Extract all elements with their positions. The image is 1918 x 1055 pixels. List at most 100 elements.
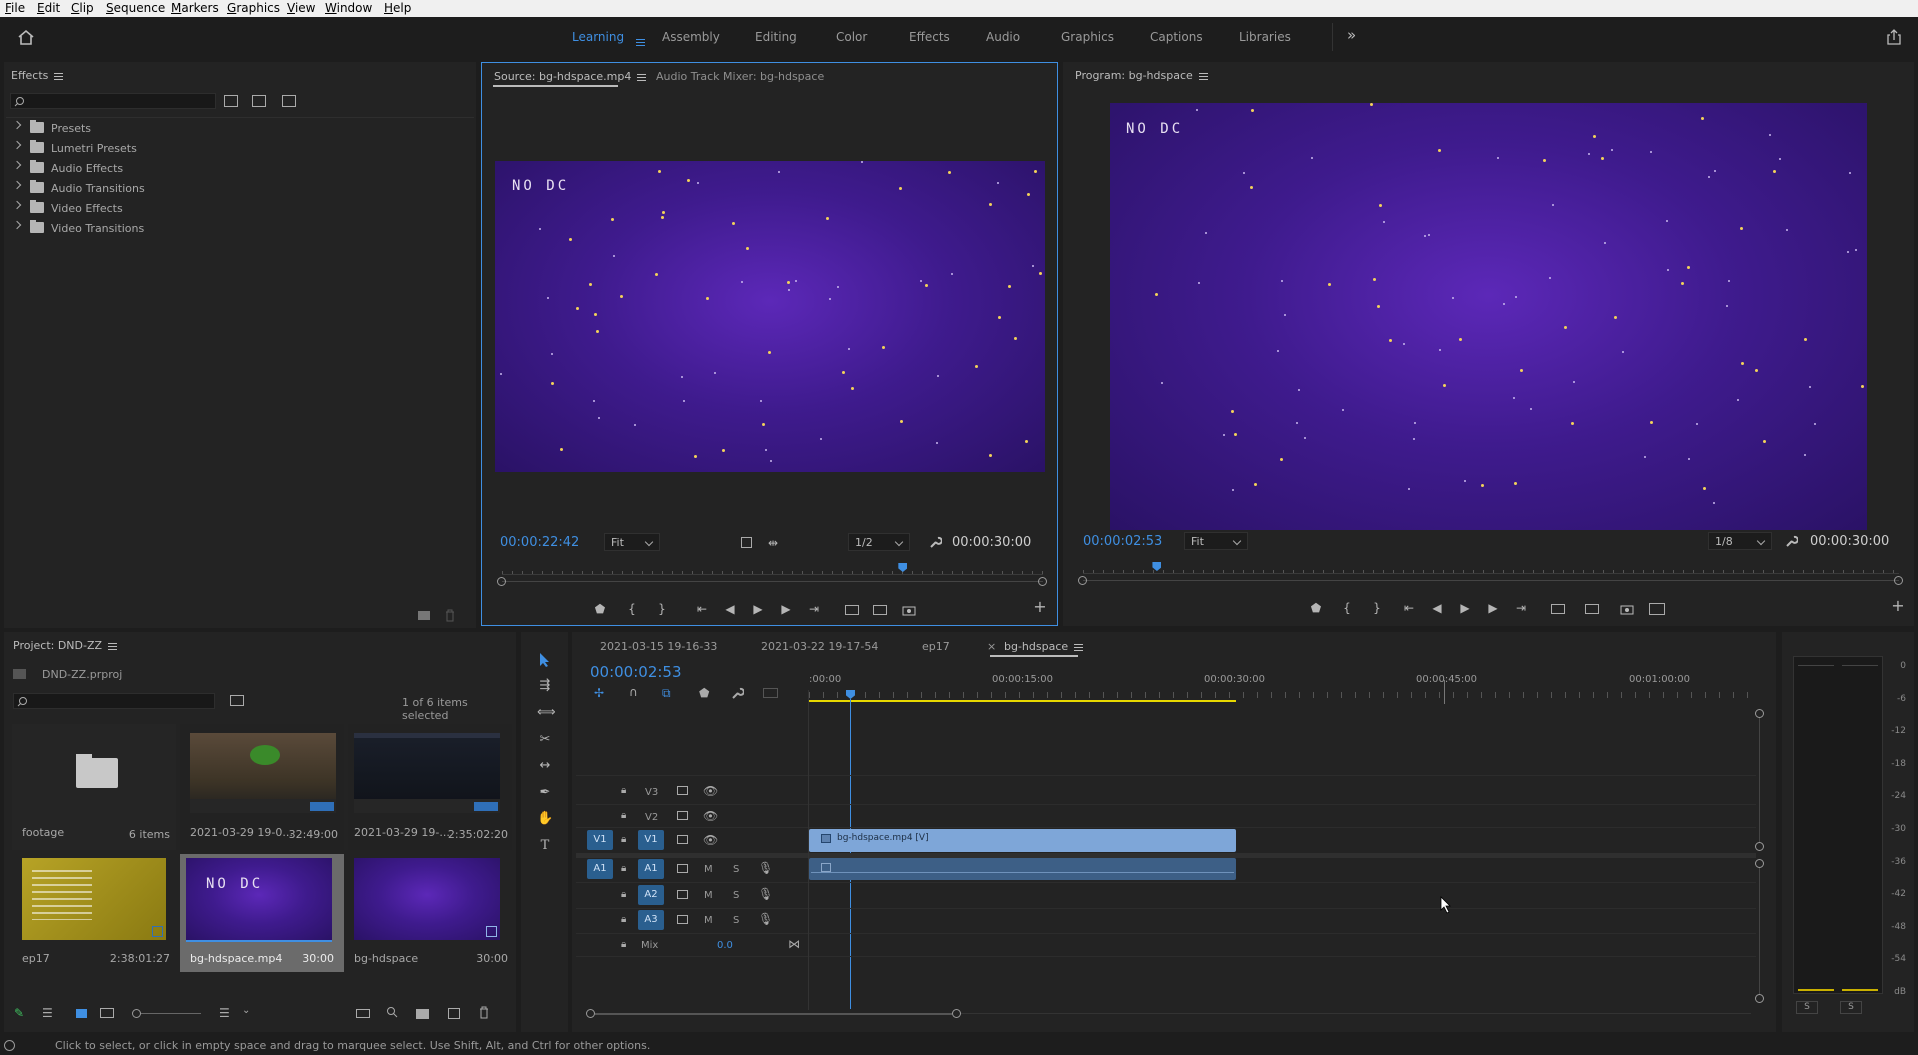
audio-volume-line[interactable] bbox=[811, 872, 1234, 873]
lock-icon[interactable]: 🔒︎ bbox=[621, 889, 626, 901]
trash-icon[interactable] bbox=[444, 609, 456, 622]
add-marker-icon[interactable]: ⬟ bbox=[1308, 602, 1324, 614]
button-editor-icon[interactable]: + bbox=[1890, 598, 1906, 614]
source-current-timecode[interactable]: 00:00:22:42 bbox=[500, 535, 579, 550]
workspace-graphics[interactable]: Graphics bbox=[1061, 30, 1114, 44]
workspace-captions[interactable]: Captions bbox=[1150, 30, 1203, 44]
vscroll-track-audio[interactable] bbox=[1759, 868, 1760, 994]
share-icon[interactable] bbox=[1886, 28, 1902, 46]
ripple-edit-tool-icon[interactable]: ⟺ bbox=[537, 705, 556, 721]
workspace-color[interactable]: Color bbox=[836, 30, 867, 44]
solo-button-a3[interactable]: S bbox=[733, 915, 739, 926]
find-icon[interactable] bbox=[386, 1006, 398, 1019]
home-icon[interactable] bbox=[17, 29, 35, 46]
sync-lock-icon[interactable] bbox=[677, 835, 688, 844]
timeline-tab-2[interactable]: 2021-03-22 19-17-54 bbox=[761, 640, 878, 653]
step-forward-icon[interactable]: ▶ bbox=[1485, 602, 1501, 614]
source-zoom-bar[interactable] bbox=[502, 581, 1043, 582]
audio-track-mixer-tab[interactable]: Audio Track Mixer: bg-hdspace bbox=[656, 70, 824, 83]
play-icon[interactable]: ▶ bbox=[1457, 602, 1473, 614]
add-marker-icon[interactable]: ⬟ bbox=[699, 687, 709, 699]
freeform-view-icon[interactable] bbox=[100, 1008, 114, 1018]
workspace-overflow-icon[interactable]: » bbox=[1347, 26, 1356, 44]
project-panel-title[interactable]: Project: DND-ZZ bbox=[13, 639, 118, 652]
mark-in-icon[interactable]: { bbox=[1339, 602, 1355, 614]
workspace-effects[interactable]: Effects bbox=[909, 30, 950, 44]
add-marker-icon[interactable]: ⬟ bbox=[592, 603, 608, 615]
step-back-icon[interactable]: ◀ bbox=[1429, 602, 1445, 614]
source-time-ruler[interactable] bbox=[502, 563, 1043, 575]
hscroll-track[interactable] bbox=[961, 1013, 1751, 1014]
razor-tool-icon[interactable]: ✂ bbox=[537, 732, 553, 748]
audio-clip[interactable] bbox=[809, 858, 1236, 880]
go-to-in-icon[interactable]: ⇤ bbox=[694, 603, 710, 615]
timeline-tab-1[interactable]: 2021-03-15 19-16-33 bbox=[600, 640, 717, 653]
mark-in-icon[interactable]: { bbox=[624, 603, 640, 615]
effects-panel-title[interactable]: Effects bbox=[11, 69, 64, 82]
eye-icon[interactable]: 👁︎ bbox=[703, 834, 718, 846]
vscroll-top-handle[interactable] bbox=[1755, 859, 1764, 868]
menu-markers[interactable]: Markers bbox=[171, 1, 219, 15]
sync-lock-icon[interactable] bbox=[677, 786, 688, 795]
microphone-icon[interactable]: 🎙︎ bbox=[758, 913, 773, 925]
workspace-audio[interactable]: Audio bbox=[986, 30, 1020, 44]
drag-video-icon[interactable]: ⇹ bbox=[765, 537, 781, 549]
menu-edit[interactable]: Edit bbox=[37, 1, 60, 15]
panel-menu-icon[interactable] bbox=[1074, 643, 1084, 651]
workspace-editing[interactable]: Editing bbox=[755, 30, 797, 44]
timeline-ruler[interactable]: :00:00 00:00:15:00 00:00:30:00 00:00:45:00 0… bbox=[809, 674, 1755, 700]
source-zoom-dropdown[interactable]: Fit bbox=[604, 533, 660, 551]
go-to-out-icon[interactable]: ⇥ bbox=[1513, 602, 1529, 614]
project-item-bg-hdspace-mp4[interactable]: NO DC bg-hdspace.mp4 30:00 bbox=[180, 854, 344, 972]
hand-tool-icon[interactable]: ✋ bbox=[537, 811, 553, 827]
button-editor-icon[interactable]: + bbox=[1032, 599, 1048, 615]
32-bit-icon[interactable] bbox=[252, 95, 266, 107]
lock-icon[interactable]: 🔒︎ bbox=[621, 914, 626, 926]
hscroll-thumb[interactable] bbox=[595, 1013, 952, 1015]
menu-sequence[interactable]: Sequence bbox=[106, 1, 165, 15]
workspace-learning[interactable]: Learning bbox=[572, 30, 624, 44]
microphone-icon[interactable]: 🎙︎ bbox=[758, 862, 773, 874]
mark-out-icon[interactable]: } bbox=[1369, 602, 1385, 614]
linked-selection-icon[interactable]: ⧉ bbox=[662, 687, 671, 699]
source-resolution-dropdown[interactable]: 1/2 bbox=[848, 533, 910, 551]
mark-out-icon[interactable]: } bbox=[654, 603, 670, 615]
menu-file[interactable]: File bbox=[5, 1, 25, 15]
sync-lock-icon[interactable] bbox=[677, 864, 688, 873]
track-target-a3[interactable]: A3 bbox=[638, 910, 664, 930]
project-item-ep17[interactable]: ep17 2:38:01:27 bbox=[12, 854, 176, 972]
lock-icon[interactable]: 🔒︎ bbox=[621, 810, 626, 822]
comparison-view-icon[interactable] bbox=[1649, 603, 1665, 615]
sync-lock-icon[interactable] bbox=[677, 890, 688, 899]
yuv-icon[interactable] bbox=[282, 95, 296, 107]
mute-button-a1[interactable]: M bbox=[704, 864, 713, 875]
video-clip[interactable]: bg-hdspace.mp4 [V] bbox=[809, 829, 1236, 852]
play-icon[interactable]: ▶ bbox=[750, 603, 766, 615]
wrench-icon[interactable] bbox=[1784, 534, 1798, 548]
effects-search-input[interactable] bbox=[10, 93, 216, 109]
automate-to-sequence-icon[interactable] bbox=[356, 1009, 370, 1018]
program-video-frame[interactable]: NO DC bbox=[1110, 103, 1867, 530]
snap-magnet-icon[interactable]: ∩ bbox=[629, 686, 638, 698]
menu-help[interactable]: Help bbox=[384, 1, 411, 15]
workspace-libraries[interactable]: Libraries bbox=[1239, 30, 1291, 44]
hscroll-left-handle[interactable] bbox=[586, 1009, 595, 1018]
solo-right-button[interactable]: S bbox=[1840, 1001, 1862, 1014]
selection-tool-icon[interactable] bbox=[537, 652, 553, 668]
wrench-icon[interactable] bbox=[730, 686, 744, 700]
go-to-in-icon[interactable]: ⇤ bbox=[1401, 602, 1417, 614]
workspace-assembly[interactable]: Assembly bbox=[662, 30, 720, 44]
track-target-a2[interactable]: A2 bbox=[638, 885, 664, 905]
project-item-footage[interactable]: footage 6 items bbox=[12, 724, 176, 850]
workspace-menu-icon[interactable] bbox=[636, 38, 645, 46]
chevron-right-icon[interactable] bbox=[12, 140, 22, 150]
go-to-out-icon[interactable]: ⇥ bbox=[806, 603, 822, 615]
vscroll-track-video[interactable] bbox=[1759, 718, 1760, 842]
zoom-handle-right[interactable] bbox=[1038, 577, 1047, 586]
chevron-right-icon[interactable] bbox=[12, 120, 22, 130]
chevron-right-icon[interactable] bbox=[12, 220, 22, 230]
lock-icon[interactable]: 🔒︎ bbox=[621, 863, 626, 875]
lock-icon[interactable]: 🔒︎ bbox=[621, 939, 626, 951]
insert-icon[interactable] bbox=[845, 605, 859, 615]
new-bin-icon[interactable] bbox=[418, 611, 430, 620]
